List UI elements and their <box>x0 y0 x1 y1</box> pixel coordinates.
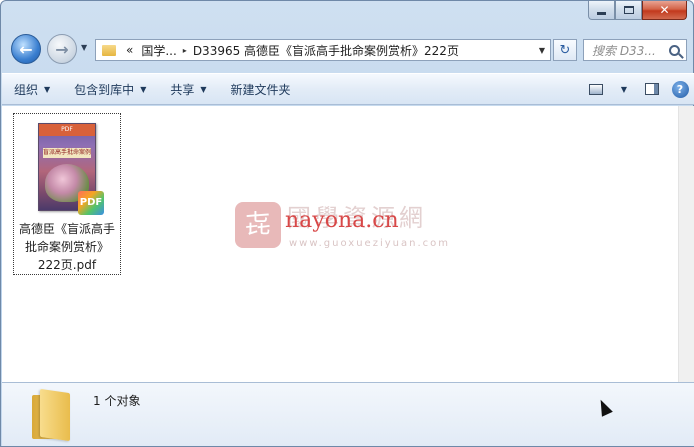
share-label: 共享 <box>170 82 195 97</box>
forward-button[interactable]: → <box>47 34 77 64</box>
view-options-dropdown[interactable]: ▼ <box>610 78 638 100</box>
preview-pane-button[interactable] <box>638 78 666 100</box>
maximize-icon <box>623 6 634 14</box>
views-icon <box>589 83 603 95</box>
organize-label: 组织 <box>14 82 39 97</box>
search-placeholder: 搜索 D33... <box>592 43 656 58</box>
share-menu[interactable]: 共享 ▼ <box>158 77 218 101</box>
file-list-area[interactable]: PDF 盲派高手批命案例 PDF 高德臣《盲派高手 批命案例赏析》 222页.p… <box>2 106 694 382</box>
file-item-pdf[interactable]: PDF 盲派高手批命案例 PDF 高德臣《盲派高手 批命案例赏析》 222页.p… <box>13 113 121 275</box>
back-arrow-icon: ← <box>19 39 33 59</box>
back-button[interactable]: ← <box>11 34 41 64</box>
file-name: 高德臣《盲派高手 批命案例赏析》 222页.pdf <box>14 220 120 274</box>
caption-buttons: ✕ <box>588 1 687 20</box>
details-pane: 1 个对象 <box>2 382 694 446</box>
preview-pane-icon <box>645 83 659 95</box>
minimize-button[interactable] <box>588 1 615 20</box>
breadcrumb-separator-icon[interactable]: ▸ <box>181 46 189 55</box>
help-icon: ? <box>671 80 689 98</box>
close-icon: ✕ <box>659 3 670 17</box>
watermark: 㐂 國學資源網 nayona.cn www.guoxueziyuan.com <box>235 198 475 258</box>
file-name-line: 222页.pdf <box>37 258 97 272</box>
folder-icon <box>102 44 116 56</box>
toolbar-right-group: ▼ ? <box>582 78 694 100</box>
chevron-down-icon: ▼ <box>140 84 147 94</box>
change-view-button[interactable] <box>582 78 610 100</box>
watermark-domain: nayona.cn <box>285 208 399 233</box>
chevron-down-icon: ▼ <box>200 84 207 94</box>
file-name-line: 高德臣《盲派高手 <box>18 222 115 236</box>
chevron-down-icon: ▼ <box>620 84 628 94</box>
new-folder-button[interactable]: 新建文件夹 <box>219 77 303 101</box>
address-bar[interactable]: « 国学... ▸ D33965 高德臣《盲派高手批命案例赏析》222页 ▼ <box>95 39 551 61</box>
organize-menu[interactable]: 组织 ▼ <box>2 77 62 101</box>
address-dropdown-icon[interactable]: ▼ <box>534 46 550 55</box>
file-name-line: 批命案例赏析》 <box>24 240 109 254</box>
cover-header: PDF <box>39 124 95 136</box>
item-count: 1 个对象 <box>93 394 141 408</box>
pdf-icon: PDF <box>78 191 104 215</box>
explorer-window: ✕ ← → ▼ « 国学... ▸ D33965 高德臣《盲派高手批命案例赏析》… <box>0 0 694 447</box>
search-icon <box>669 44 680 56</box>
folder-icon <box>32 388 72 442</box>
breadcrumb-item[interactable]: 国学... <box>137 42 180 59</box>
refresh-icon: ↻ <box>559 42 571 58</box>
recent-pages-dropdown[interactable]: ▼ <box>81 43 87 52</box>
command-bar: 组织 ▼ 包含到库中 ▼ 共享 ▼ 新建文件夹 ▼ ? <box>2 73 694 105</box>
include-in-library-menu[interactable]: 包含到库中 ▼ <box>62 77 158 101</box>
navigation-row: ← → ▼ « 国学... ▸ D33965 高德臣《盲派高手批命案例赏析》22… <box>1 31 693 67</box>
refresh-button[interactable]: ↻ <box>553 39 577 61</box>
cover-title: 盲派高手批命案例 <box>43 148 91 158</box>
chevron-down-icon: ▼ <box>44 84 51 94</box>
vertical-scrollbar[interactable] <box>678 106 694 382</box>
breadcrumb-overflow[interactable]: « <box>122 43 137 57</box>
breadcrumb-current[interactable]: D33965 高德臣《盲派高手批命案例赏析》222页 <box>189 42 463 59</box>
new-folder-label: 新建文件夹 <box>230 82 291 97</box>
include-in-library-label: 包含到库中 <box>74 82 135 97</box>
forward-arrow-icon: → <box>55 39 69 59</box>
minimize-icon <box>597 11 606 15</box>
maximize-button[interactable] <box>615 1 642 20</box>
close-button[interactable]: ✕ <box>642 1 687 20</box>
help-button[interactable]: ? <box>666 78 694 100</box>
search-input[interactable]: 搜索 D33... <box>583 39 687 61</box>
watermark-seal-icon: 㐂 <box>235 202 281 248</box>
watermark-url: www.guoxueziyuan.com <box>289 238 450 249</box>
